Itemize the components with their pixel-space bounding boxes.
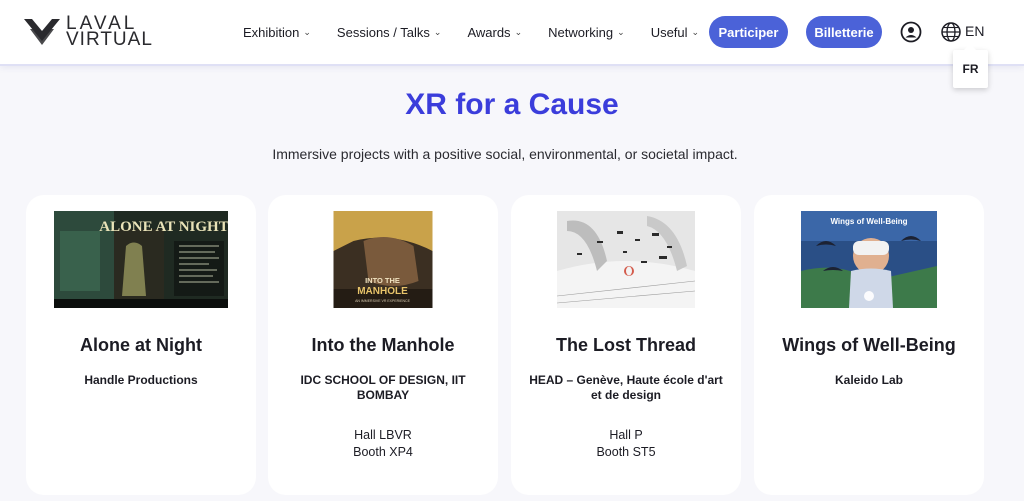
nav-awards[interactable]: Awards ⌄ <box>467 20 522 44</box>
project-title[interactable]: The Lost Thread <box>511 335 741 356</box>
svg-text:AN IMMERSIVE VR EXPERIENCE: AN IMMERSIVE VR EXPERIENCE <box>355 299 411 303</box>
project-location: Hall P Booth ST5 <box>511 427 741 461</box>
billetterie-button[interactable]: Billetterie <box>806 16 882 48</box>
project-title[interactable]: Into the Manhole <box>268 335 498 356</box>
nav-exhibition[interactable]: Exhibition ⌄ <box>243 20 311 44</box>
nav-sessions-talks[interactable]: Sessions / Talks ⌄ <box>337 20 442 44</box>
nav-useful-label: Useful <box>650 24 688 40</box>
nav-awards-label: Awards <box>467 24 511 40</box>
project-thumbnail[interactable]: Wings of Well-Being <box>801 211 937 308</box>
chevron-down-icon: ⌄ <box>303 26 311 37</box>
project-organization: IDC SCHOOL OF DESIGN, IIT BOMBAY <box>300 373 466 402</box>
project-thumbnail[interactable]: ALONE AT NIGHT <box>54 211 228 308</box>
project-organization: HEAD – Genève, Haute école d'art et de d… <box>529 373 723 402</box>
nav-networking-label: Networking <box>548 24 614 40</box>
page-title: XR for a Cause <box>405 88 619 121</box>
hall-label: Hall P <box>609 428 643 442</box>
project-organization: Handle Productions <box>84 373 198 387</box>
chevron-down-icon: ⌄ <box>617 26 625 37</box>
project-organization: Kaleido Lab <box>834 373 903 387</box>
hall-label: Hall LBVR <box>354 428 412 442</box>
nav-useful[interactable]: Useful ⌄ <box>651 20 699 44</box>
chevron-down-icon: ⌄ <box>433 26 442 37</box>
page-subtitle: Immersive projects with a positive socia… <box>272 146 738 162</box>
logo-line-2: VIRTUAL <box>66 29 153 50</box>
site-header: LAVAL VIRTUAL Exhibition ⌄ Sessions / Ta… <box>0 0 1024 64</box>
nav-exhibition-label: Exhibition <box>243 24 300 40</box>
project-title[interactable]: Wings of Well-Being <box>754 335 984 356</box>
language-selector[interactable]: EN <box>965 23 984 39</box>
nav-networking[interactable]: Networking ⌄ <box>548 20 625 44</box>
project-card-alone-at-night[interactable]: ALONE AT NIGHT Alone at Night Handle Pro… <box>26 195 256 495</box>
project-title[interactable]: Alone at Night <box>26 335 256 356</box>
booth-label: Booth XP4 <box>353 445 413 459</box>
svg-text:MANHOLE: MANHOLE <box>357 286 408 297</box>
thumbnail-title-text: INTO THE <box>365 276 400 285</box>
thumbnail-title-text: Wings of Well-Being <box>830 217 907 226</box>
participer-button[interactable]: Participer <box>709 16 788 48</box>
laval-virtual-logo[interactable]: LAVAL VIRTUAL <box>24 12 164 52</box>
chevron-down-icon: ⌄ <box>514 26 523 37</box>
logo-chevron-icon <box>24 19 60 45</box>
logo-text: LAVAL VIRTUAL <box>66 14 153 50</box>
project-card-wings-of-well-being[interactable]: Wings of Well-Being Wings of Well-Being … <box>754 195 984 495</box>
project-thumbnail[interactable] <box>557 211 695 308</box>
user-account-icon[interactable] <box>900 21 922 43</box>
project-location: Hall LBVR Booth XP4 <box>268 427 498 461</box>
booth-label: Booth ST5 <box>596 445 656 459</box>
project-thumbnail[interactable]: INTO THE MANHOLE AN IMMERSIVE VR EXPERIE… <box>333 211 433 308</box>
project-card-the-lost-thread[interactable]: The Lost Thread HEAD – Genève, Haute éco… <box>511 195 741 495</box>
main-nav: Exhibition ⌄ Sessions / Talks ⌄ Awards ⌄… <box>243 20 699 44</box>
chevron-down-icon: ⌄ <box>691 26 700 37</box>
globe-icon[interactable] <box>940 21 962 43</box>
language-option-fr[interactable]: FR <box>953 44 988 88</box>
thumbnail-title-text: ALONE AT NIGHT <box>99 219 228 235</box>
nav-sessions-label: Sessions / Talks <box>336 24 430 40</box>
project-card-into-the-manhole[interactable]: INTO THE MANHOLE AN IMMERSIVE VR EXPERIE… <box>268 195 498 495</box>
